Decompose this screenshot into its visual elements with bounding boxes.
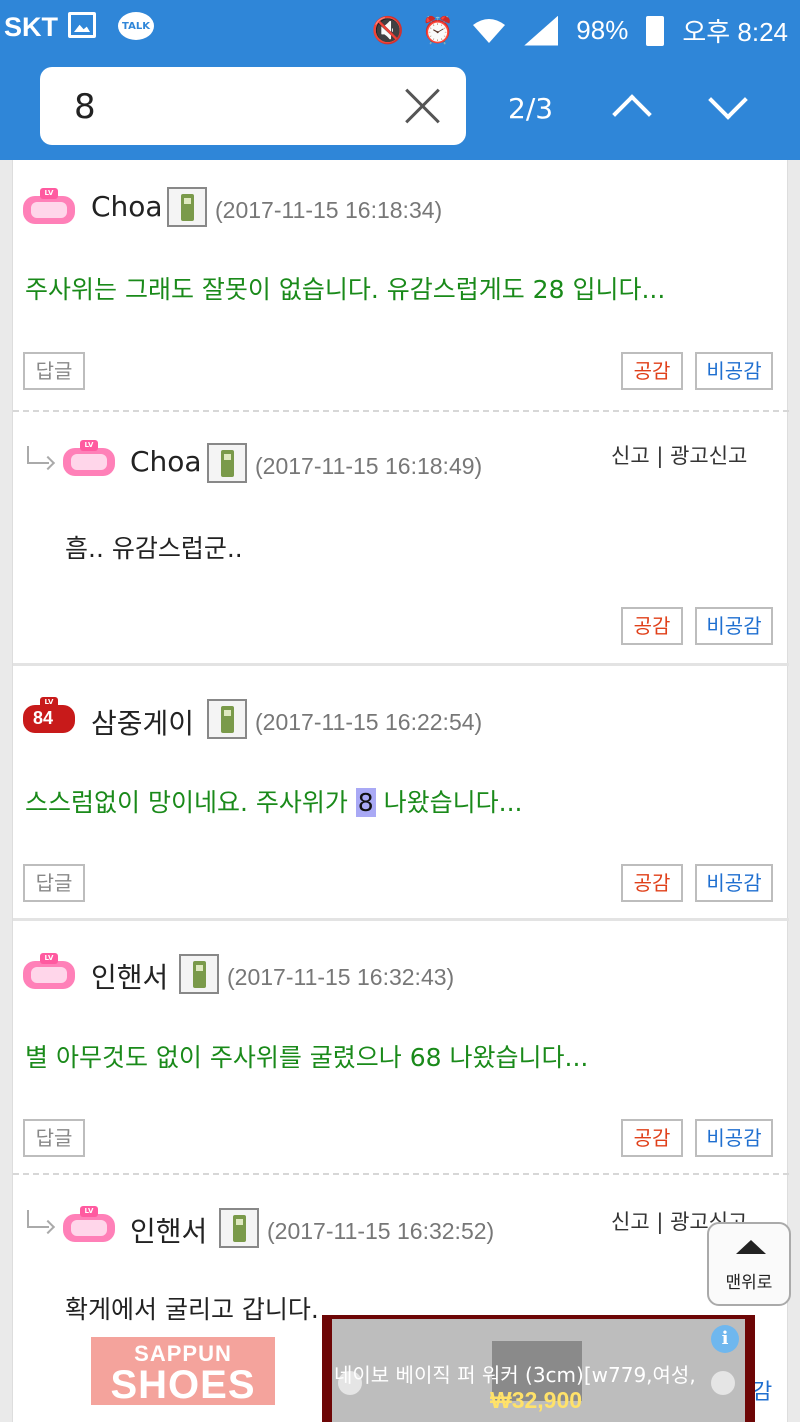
mobile-phone-icon [219, 1208, 259, 1248]
mobile-phone-icon [207, 443, 247, 483]
kakaotalk-notification-icon: TALK [118, 12, 154, 40]
find-in-page-bar: 8 2/3 [0, 58, 800, 160]
dislike-button[interactable]: 비공감 [695, 352, 773, 390]
comment-list: LV Choa (2017-11-15 16:18:34) 주사위는 그래도 잘… [12, 160, 789, 1422]
comment-item: LV Choa (2017-11-15 16:18:34) 주사위는 그래도 잘… [13, 160, 789, 412]
back-to-top-label: 맨위로 [725, 1273, 773, 1293]
level-badge-icon: LV [63, 440, 115, 478]
clock: 오후 8:24 [682, 17, 788, 47]
status-bar: SKT TALK 🔇 ⏰ 98% 오후 8:24 [0, 0, 800, 58]
divider [13, 1173, 789, 1175]
find-input[interactable]: 8 [40, 67, 466, 145]
comment-author[interactable]: 인핸서 [91, 956, 168, 996]
level-number: 84 [33, 708, 54, 728]
wifi-icon [472, 17, 506, 45]
alarm-icon: ⏰ [421, 15, 455, 45]
carrier-label: SKT [4, 12, 58, 42]
reply-button[interactable]: 답글 [23, 352, 85, 390]
ad-product-price: ₩32,900 [490, 1387, 583, 1413]
comment-text: 확게에서 굴리고 갑니다. [65, 1295, 319, 1324]
reply-arrow-icon [27, 446, 49, 464]
comment-timestamp: (2017-11-15 16:22:54) [255, 709, 483, 735]
comment-author[interactable]: 삼중게이 [91, 702, 194, 742]
status-right: 🔇 ⏰ 98% 오후 8:24 [372, 12, 788, 49]
comment-text: 흠.. 유감스럽군.. [65, 534, 243, 563]
dislike-button-peek[interactable]: 감 [752, 1374, 772, 1406]
level-badge-icon: LV 84 [23, 697, 75, 735]
mobile-phone-icon [179, 954, 219, 994]
match-count: 2/3 [508, 92, 554, 125]
dislike-button[interactable]: 비공감 [695, 864, 773, 902]
comment-text-part: 나왔습니다... [375, 788, 523, 817]
ad-logo-line2: SHOES [110, 1363, 256, 1407]
battery-icon [646, 15, 665, 46]
clear-icon[interactable] [402, 85, 444, 127]
ad-banner-sappun[interactable]: SAPPUN SHOES [91, 1337, 275, 1407]
reply-item: LV Choa (2017-11-15 16:18:49) 신고 | 광고신고 … [13, 412, 789, 664]
vibrate-mute-icon: 🔇 [371, 15, 404, 45]
comment-text: 스스럼없이 망이네요. 주사위가 8 나왔습니다... [25, 783, 523, 819]
comment-timestamp: (2017-11-15 16:18:49) [255, 453, 483, 479]
reply-arrow-icon [27, 1210, 49, 1228]
gallery-notification-icon [68, 12, 96, 38]
comment-text: 별 아무것도 없이 주사위를 굴렸으나 68 나왔습니다... [25, 1043, 589, 1072]
chevron-down-icon[interactable] [706, 88, 750, 132]
comment-item: LV 인핸서 (2017-11-15 16:32:43) 별 아무것도 없이 주… [13, 921, 789, 1175]
like-button[interactable]: 공감 [621, 864, 683, 902]
level-badge-icon: LV [23, 188, 75, 226]
dislike-button[interactable]: 비공감 [695, 607, 773, 645]
ad-banner-product[interactable]: i 네이보 베이직 퍼 워커 (3cm)[w779,여성, ₩32,900 [322, 1315, 755, 1422]
ad-product-title: 네이보 베이직 퍼 워커 (3cm)[w779,여성, [334, 1363, 696, 1387]
level-badge-icon: LV [23, 953, 75, 991]
search-highlight: 8 [355, 788, 376, 817]
ad-content[interactable]: i 네이보 베이직 퍼 워커 (3cm)[w779,여성, ₩32,900 [332, 1319, 745, 1422]
report-links[interactable]: 신고 | 광고신고 [611, 440, 747, 470]
comment-author[interactable]: 인핸서 [130, 1210, 207, 1250]
comment-text: 주사위는 그래도 잘못이 없습니다. 유감스럽게도 28 입니다... [25, 275, 666, 304]
like-button[interactable]: 공감 [621, 352, 683, 390]
comment-timestamp: (2017-11-15 16:18:34) [215, 197, 443, 223]
mobile-phone-icon [207, 699, 247, 739]
back-to-top-button[interactable]: 맨위로 [707, 1222, 791, 1306]
dislike-button[interactable]: 비공감 [695, 1119, 773, 1157]
comment-item: LV 84 삼중게이 (2017-11-15 16:22:54) 스스럼없이 망이… [13, 666, 789, 920]
comment-timestamp: (2017-11-15 16:32:43) [227, 964, 455, 990]
ad-info-icon[interactable]: i [711, 1325, 739, 1353]
mobile-phone-icon [167, 187, 207, 227]
like-button[interactable]: 공감 [621, 607, 683, 645]
comment-author[interactable]: Choa [91, 190, 163, 223]
like-button[interactable]: 공감 [621, 1119, 683, 1157]
comment-timestamp: (2017-11-15 16:32:52) [267, 1218, 495, 1244]
comment-author[interactable]: Choa [130, 445, 202, 478]
reply-button[interactable]: 답글 [23, 864, 85, 902]
signal-icon [524, 15, 559, 46]
battery-percent: 98% [576, 15, 629, 45]
arrow-up-icon [736, 1240, 766, 1254]
comment-text-part: 스스럼없이 망이네요. 주사위가 [25, 788, 356, 817]
level-badge-icon: LV [63, 1206, 115, 1244]
chevron-up-icon[interactable] [610, 88, 654, 132]
find-query[interactable]: 8 [74, 87, 96, 127]
reply-button[interactable]: 답글 [23, 1119, 85, 1157]
